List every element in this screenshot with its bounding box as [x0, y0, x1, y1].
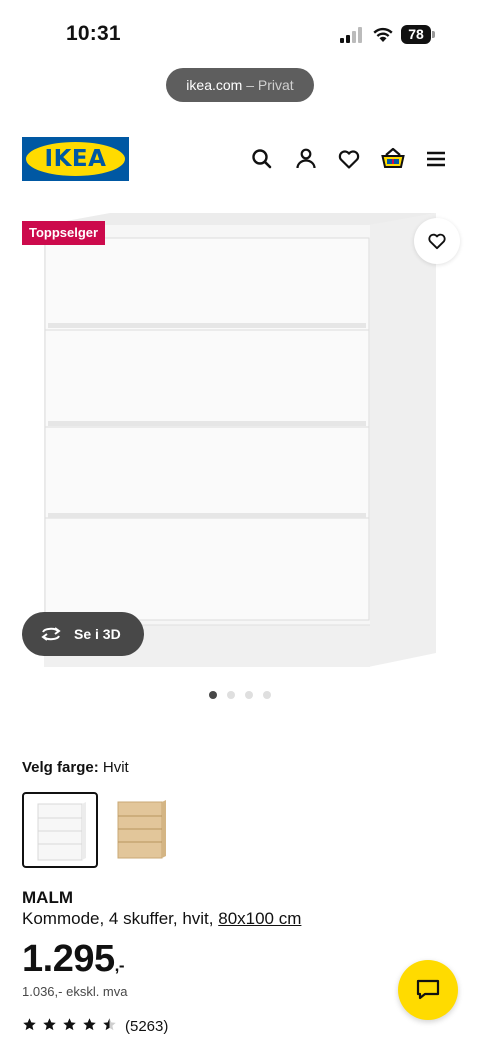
product-size-link[interactable]: 80x100 cm — [218, 909, 301, 928]
product-description-text: Kommode, 4 skuffer, hvit, — [22, 909, 214, 928]
favorites-icon[interactable] — [336, 146, 362, 172]
color-label: Velg farge: — [22, 759, 99, 776]
battery-cap — [432, 31, 435, 38]
carousel-dot[interactable] — [209, 691, 217, 699]
half-star-icon — [103, 1018, 116, 1031]
top-seller-badge: Toppselger — [22, 221, 106, 245]
status-time: 10:31 — [66, 22, 121, 45]
battery-level: 78 — [401, 25, 431, 44]
price-value: 1.295 — [22, 938, 115, 980]
star-icon — [43, 1018, 56, 1031]
url-bar[interactable]: ikea.com – Privat — [166, 68, 314, 102]
carousel-dot[interactable] — [245, 691, 253, 699]
price-excl-vat: 1.036,- ekskl. mva — [22, 984, 128, 999]
account-icon[interactable] — [293, 146, 319, 172]
battery-indicator: 78 — [401, 25, 435, 44]
star-icon — [83, 1018, 96, 1031]
star-icon — [63, 1018, 76, 1031]
add-to-favorites-button[interactable] — [414, 218, 460, 264]
view-in-3d-label: Se i 3D — [74, 626, 121, 642]
color-picker-label: Velg farge: Hvit — [22, 759, 129, 776]
product-name: MALM — [22, 888, 73, 907]
cart-icon[interactable] — [380, 146, 406, 172]
chat-icon — [416, 979, 440, 1000]
image-carousel-dots — [209, 691, 273, 699]
search-icon[interactable] — [249, 146, 275, 172]
carousel-dot[interactable] — [263, 691, 271, 699]
cellular-signal-icon — [340, 27, 362, 43]
status-bar: 10:31 78 — [0, 0, 480, 62]
carousel-dot[interactable] — [227, 691, 235, 699]
site-header: IKEA — [0, 136, 480, 182]
ikea-logo[interactable]: IKEA — [22, 137, 129, 181]
price-suffix: ,- — [114, 956, 125, 975]
heart-icon — [428, 233, 446, 250]
color-option-oak[interactable] — [104, 792, 180, 868]
selected-color: Hvit — [102, 759, 129, 776]
rating-count: (5263) — [125, 1018, 169, 1035]
wifi-icon — [373, 27, 393, 42]
star-icon — [23, 1018, 36, 1031]
white-dresser-thumbnail — [37, 802, 86, 861]
url-text: ikea.com — [186, 77, 243, 93]
menu-icon[interactable] — [423, 146, 449, 172]
product-price: 1.295,- — [22, 938, 125, 981]
oak-dresser-thumbnail — [117, 800, 166, 859]
product-image[interactable] — [0, 205, 480, 675]
color-option-white[interactable] — [22, 792, 98, 868]
rotate-3d-icon — [41, 627, 61, 641]
view-in-3d-button[interactable]: Se i 3D — [22, 612, 144, 656]
private-mode-label: – Privat — [246, 77, 294, 93]
chat-button[interactable] — [398, 960, 458, 1020]
product-description: Kommode, 4 skuffer, hvit, 80x100 cm — [22, 909, 301, 929]
logo-text: IKEA — [44, 146, 107, 172]
